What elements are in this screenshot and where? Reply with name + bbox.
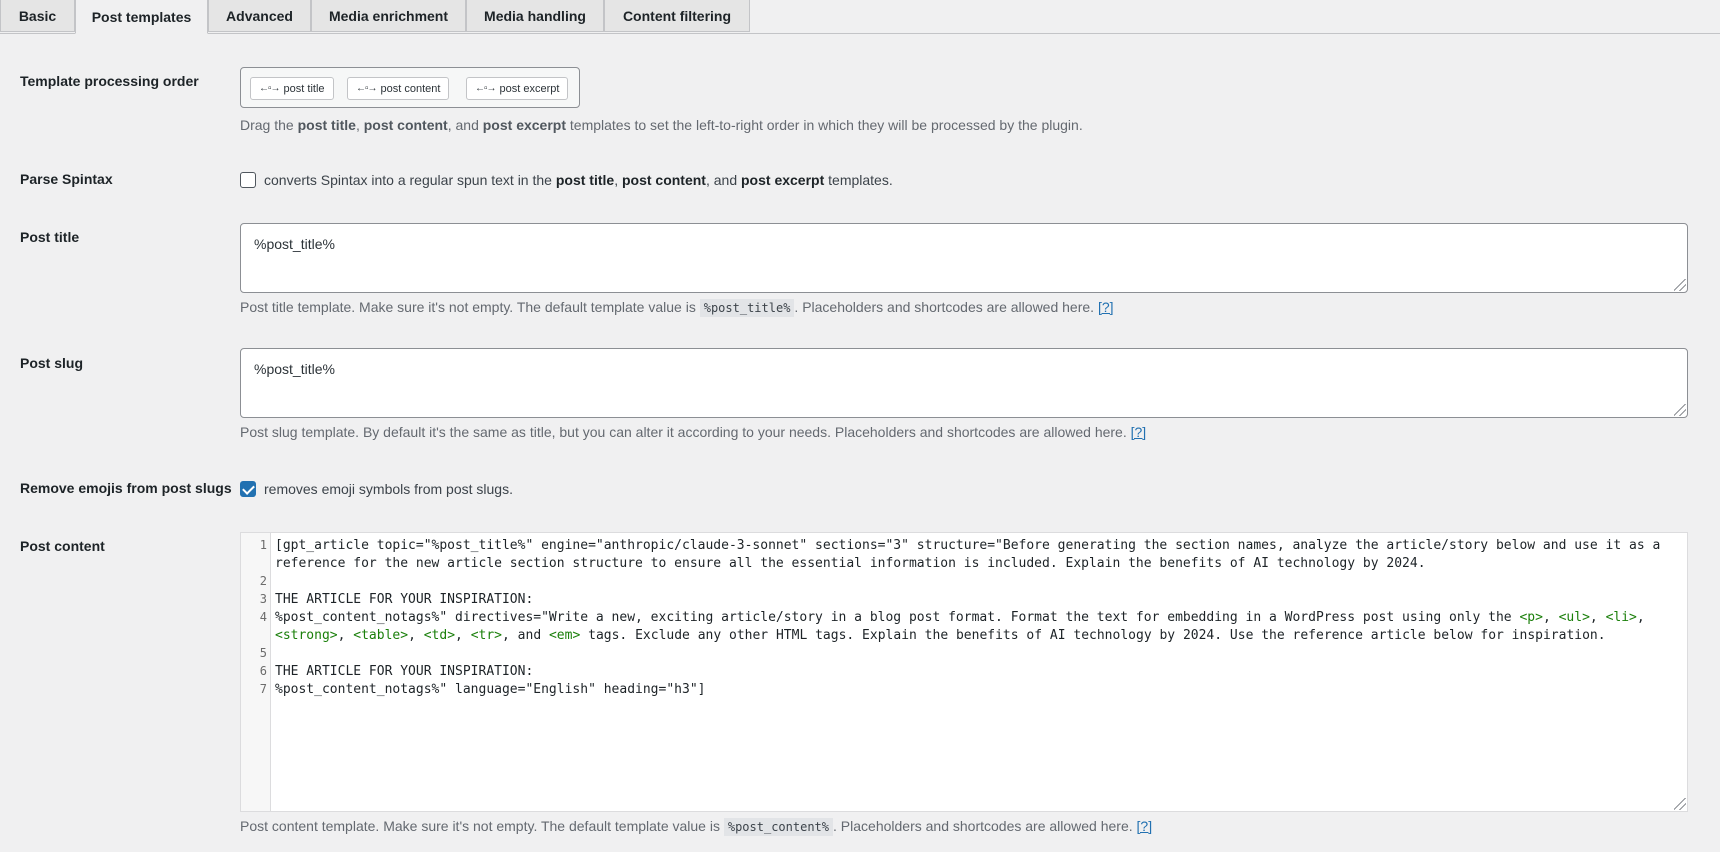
order-item-label: post title <box>283 82 325 95</box>
post-slug-description: Post slug template. By default it's the … <box>240 424 1147 440</box>
order-item-label: post excerpt <box>499 82 560 95</box>
order-item-post-excerpt[interactable]: ←▫→ post excerpt <box>466 77 569 100</box>
resize-handle-icon[interactable] <box>1674 798 1686 810</box>
code-line: THE ARTICLE FOR YOUR INSPIRATION: <box>275 592 534 607</box>
code-line: reference for the new article section st… <box>275 556 1426 571</box>
code-line: %post_content_notags%" language="English… <box>275 682 706 697</box>
line-number: 2 <box>259 574 267 588</box>
parse-spintax-description: converts Spintax into a regular spun tex… <box>264 172 893 188</box>
code-line: [gpt_article topic="%post_title%" engine… <box>275 538 1661 553</box>
line-number: 4 <box>259 610 267 624</box>
tab-advanced[interactable]: Advanced <box>208 0 311 32</box>
tab-content-filtering[interactable]: Content filtering <box>604 0 750 32</box>
post-slug-value: %post_title% <box>254 361 335 377</box>
line-number: 6 <box>259 664 267 678</box>
line-number: 1 <box>259 538 267 552</box>
remove-emojis-checkbox[interactable] <box>240 481 256 497</box>
post-title-description: Post title template. Make sure it's not … <box>240 299 1114 317</box>
post-slug-textarea[interactable]: %post_title% <box>240 348 1688 418</box>
post-title-label: Post title <box>20 229 80 245</box>
tab-basic[interactable]: Basic <box>0 0 75 32</box>
post-title-textarea[interactable]: %post_title% <box>240 223 1688 293</box>
line-number: 3 <box>259 592 267 606</box>
drag-arrows-icon: ←▫→ <box>259 83 281 94</box>
post-title-help-link[interactable]: [?] <box>1098 299 1114 315</box>
line-number: 5 <box>259 646 267 660</box>
template-order-label: Template processing order <box>20 73 199 89</box>
parse-spintax-label: Parse Spintax <box>20 171 113 187</box>
order-item-post-title[interactable]: ←▫→ post title <box>250 77 334 100</box>
tab-media-handling[interactable]: Media handling <box>466 0 604 32</box>
post-slug-label: Post slug <box>20 355 84 371</box>
line-number: 7 <box>259 682 267 696</box>
order-item-post-content[interactable]: ←▫→ post content <box>347 77 450 100</box>
remove-emojis-label: Remove emojis from post slugs <box>20 480 232 496</box>
code-line: THE ARTICLE FOR YOUR INSPIRATION: <box>275 664 534 679</box>
remove-emojis-description: removes emoji symbols from post slugs. <box>264 481 513 497</box>
default-value-code: %post_title% <box>699 299 795 317</box>
code-line: <strong>, <table>, <td>, <tr>, and <em> … <box>275 628 1606 643</box>
order-item-label: post content <box>380 82 441 95</box>
resize-handle-icon[interactable] <box>1674 404 1686 416</box>
post-content-code-editor[interactable]: 1 2 3 4 5 6 7 [gpt_article topic="%post_… <box>240 532 1688 812</box>
drag-arrows-icon: ←▫→ <box>356 83 378 94</box>
tab-post-templates[interactable]: Post templates <box>75 0 208 34</box>
parse-spintax-checkbox[interactable] <box>240 172 256 188</box>
post-title-value: %post_title% <box>254 236 335 252</box>
post-content-label: Post content <box>20 538 105 554</box>
template-order-description: Drag the post title, post content, and p… <box>240 117 1083 133</box>
line-number-gutter: 1 2 3 4 5 6 7 <box>241 533 271 811</box>
tab-media-enrichment[interactable]: Media enrichment <box>311 0 466 32</box>
template-order-sortable: ←▫→ post title ←▫→ post content ←▫→ post… <box>240 67 580 108</box>
resize-handle-icon[interactable] <box>1674 279 1686 291</box>
post-content-help-link[interactable]: [?] <box>1137 818 1153 834</box>
post-content-description: Post content template. Make sure it's no… <box>240 818 1153 836</box>
default-value-code: %post_content% <box>723 818 834 836</box>
settings-tabs: Basic Post templates Advanced Media enri… <box>0 0 1720 34</box>
post-slug-help-link[interactable]: [?] <box>1131 424 1147 440</box>
drag-arrows-icon: ←▫→ <box>475 83 497 94</box>
code-line: %post_content_notags%" directives="Write… <box>275 610 1645 625</box>
